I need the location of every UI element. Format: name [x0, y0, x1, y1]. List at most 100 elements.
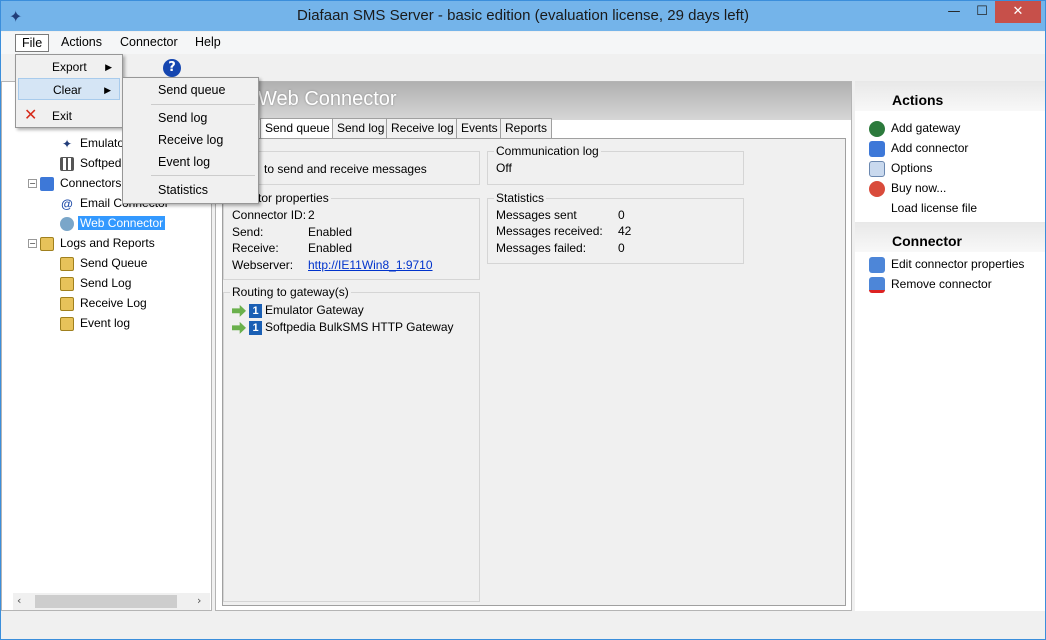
menu-connector[interactable]: Connector — [114, 34, 184, 52]
tab-receive-log[interactable]: Receive log — [386, 118, 459, 138]
collapse-logs-icon[interactable]: − — [28, 239, 37, 248]
menu-bar: File Actions Connector Help — [1, 32, 1045, 54]
options-icon — [869, 160, 885, 177]
menu-file[interactable]: File — [15, 34, 50, 52]
description-group: to send and receive messages — [223, 151, 480, 185]
communication-log-title: Communication log — [494, 144, 601, 158]
connector-header: Connector — [855, 222, 1045, 252]
connector-id-label: Connector ID: — [232, 208, 307, 222]
at-sign-icon: @ — [61, 196, 73, 211]
menu-item-receive-log[interactable]: Receive log — [125, 129, 256, 151]
routing-group: Routing to gateway(s) 1 Emulator Gateway … — [223, 285, 480, 602]
tree-item-send-queue[interactable]: Send Queue — [60, 254, 149, 272]
connector-id-value: 2 — [308, 208, 315, 222]
header-band: Web Connector — [216, 82, 851, 120]
menu-item-clear[interactable]: Clear ▶ — [18, 78, 120, 100]
communication-log-group: Communication log Off — [487, 144, 744, 185]
add-connector-icon — [869, 140, 885, 157]
menu-separator — [151, 175, 255, 176]
tab-reports[interactable]: Reports — [500, 118, 553, 138]
edit-connector-icon — [869, 256, 885, 273]
clear-submenu: Send queue Send log Receive log Event lo… — [122, 77, 259, 204]
add-gateway-link[interactable]: Add gateway — [869, 119, 960, 137]
remove-connector-icon — [869, 276, 885, 293]
help-icon[interactable]: ? — [163, 59, 181, 77]
menu-separator — [151, 104, 255, 105]
minimize-button[interactable]: — — [940, 1, 968, 23]
maximize-button[interactable]: ☐ — [968, 1, 996, 23]
title-bar: ✦ Diafaan SMS Server - basic edition (ev… — [1, 1, 1045, 31]
tree-item-receive-log[interactable]: Receive Log — [60, 294, 149, 312]
tree-horizontal-scrollbar[interactable]: ‹ › — [13, 593, 210, 610]
page-title: Web Connector — [258, 88, 397, 110]
receive-label: Receive: — [232, 241, 279, 255]
status-strip — [1, 613, 1045, 639]
clipboard-icon — [40, 236, 54, 251]
webserver-label: Webserver: — [232, 258, 294, 272]
menu-item-send-queue[interactable]: Send queue — [125, 79, 256, 101]
load-license-link[interactable]: Load license file — [891, 199, 977, 217]
messages-received-value: 42 — [618, 224, 632, 238]
menu-item-event-log[interactable]: Event log — [125, 151, 256, 173]
window-title: Diafaan SMS Server - basic edition (eval… — [297, 7, 749, 24]
receive-value: Enabled — [308, 241, 353, 255]
send-log-icon — [60, 276, 74, 291]
statistics-group: Statistics Messages sent 0 Messages rece… — [487, 191, 744, 264]
send-queue-icon — [60, 256, 74, 271]
messages-sent-value: 0 — [618, 208, 625, 222]
gateway-item[interactable]: 1 Softpedia BulkSMS HTTP Gateway — [232, 320, 454, 335]
menu-help[interactable]: Help — [189, 34, 227, 52]
globe-icon — [60, 216, 74, 231]
menu-actions[interactable]: Actions — [55, 34, 108, 52]
scroll-left-icon[interactable]: ‹ — [17, 594, 21, 607]
menu-item-export[interactable]: Export ▶ — [18, 56, 120, 78]
buy-now-icon — [869, 180, 885, 197]
send-label: Send: — [232, 225, 264, 239]
messages-received-label: Messages received: — [496, 224, 603, 238]
gateway-star-icon: ✦ — [60, 136, 74, 151]
scroll-right-icon[interactable]: › — [197, 594, 201, 607]
close-button[interactable]: ✕ — [995, 1, 1041, 23]
description-text: to send and receive messages — [264, 162, 427, 176]
submenu-arrow-icon: ▶ — [105, 62, 112, 72]
menu-item-statistics[interactable]: Statistics — [125, 179, 256, 201]
messages-failed-label: Messages failed: — [496, 241, 587, 255]
app-window: ✦ Diafaan SMS Server - basic edition (ev… — [0, 0, 1046, 640]
main-panel: Web Connector Send queue Send log Receiv… — [215, 81, 852, 611]
receive-log-icon — [60, 296, 74, 311]
actions-header: Actions — [855, 81, 1045, 111]
tab-send-log[interactable]: Send log — [332, 118, 390, 138]
submenu-arrow-icon: ▶ — [104, 85, 111, 95]
gateway-one-icon: 1 — [249, 303, 262, 318]
connector-properties-group: nnector properties Connector ID: 2 Send:… — [223, 191, 480, 280]
tree-item-connectors[interactable]: Connectors — [40, 174, 123, 192]
webserver-link[interactable]: http://IE11Win8_1:9710 — [308, 258, 433, 272]
event-log-icon — [60, 316, 74, 331]
communication-log-value: Off — [496, 161, 512, 175]
remove-connector-link[interactable]: Remove connector — [869, 275, 992, 293]
collapse-connectors-icon[interactable]: − — [28, 179, 37, 188]
add-connector-link[interactable]: Add connector — [869, 139, 968, 157]
edit-connector-link[interactable]: Edit connector properties — [869, 255, 1024, 273]
tree-item-event-log[interactable]: Event log — [60, 314, 132, 332]
grid-icon — [60, 156, 74, 171]
actions-panel: Actions Add gateway Add connector Option… — [855, 81, 1045, 611]
tab-events[interactable]: Events — [456, 118, 503, 138]
messages-sent-label: Messages sent — [496, 208, 577, 222]
scrollbar-thumb[interactable] — [35, 595, 177, 608]
tree-item-logs-reports[interactable]: Logs and Reports — [40, 234, 157, 252]
menu-item-exit[interactable]: ✕ Exit — [18, 105, 120, 127]
tab-send-queue[interactable]: Send queue — [260, 118, 335, 139]
buy-now-link[interactable]: Buy now... — [869, 179, 946, 197]
options-link[interactable]: Options — [869, 159, 932, 177]
tree-item-emulator[interactable]: ✦ Emulator — [60, 134, 130, 152]
menu-item-send-log[interactable]: Send log — [125, 107, 256, 129]
tree-item-send-log[interactable]: Send Log — [60, 274, 133, 292]
tree-item-web-connector[interactable]: Web Connector — [60, 214, 166, 232]
connectors-icon — [40, 176, 54, 191]
route-arrow-icon — [232, 321, 246, 334]
exit-x-icon: ✕ — [24, 107, 38, 124]
messages-failed-value: 0 — [618, 241, 625, 255]
route-arrow-icon — [232, 304, 246, 317]
gateway-item[interactable]: 1 Emulator Gateway — [232, 303, 364, 318]
